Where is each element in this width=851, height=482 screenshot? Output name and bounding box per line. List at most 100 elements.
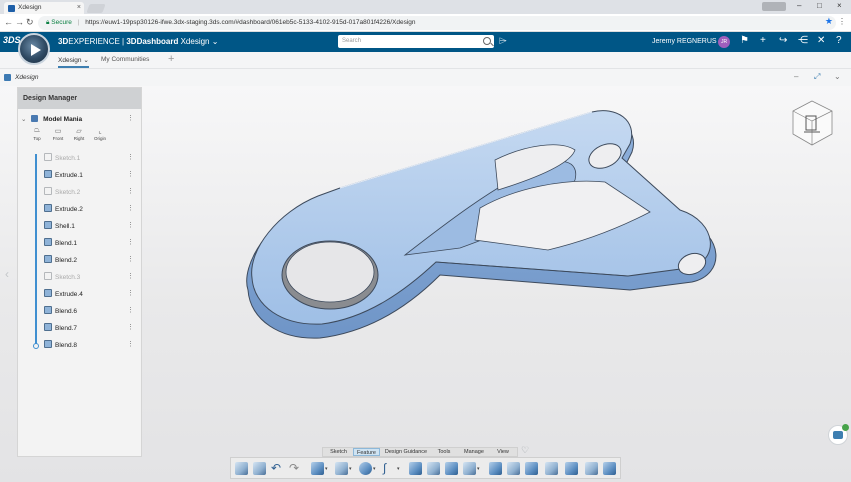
tree-item-blend-6[interactable]: Blend.6: [44, 306, 77, 316]
extrude-dropdown-icon[interactable]: ▾: [325, 466, 328, 472]
widget-expand-button[interactable]: ⤢: [814, 72, 820, 82]
browser-menu-icon[interactable]: ⋮: [838, 17, 846, 26]
item-menu-icon[interactable]: ⋮: [127, 340, 134, 348]
tab-view[interactable]: View: [493, 448, 513, 456]
network-icon[interactable]: ⋲: [798, 35, 808, 46]
panel-collapse-arrow-icon[interactable]: ‹: [5, 267, 9, 281]
cut-tool-icon[interactable]: [335, 462, 348, 475]
search-input[interactable]: Search: [338, 35, 494, 48]
tab-my-communities[interactable]: My Communities: [101, 56, 149, 63]
tree-item-extrude-1[interactable]: Extrude.1: [44, 170, 83, 180]
plane-right[interactable]: ▱ Right: [70, 127, 88, 141]
back-arrow-icon[interactable]: ←: [4, 17, 13, 27]
favorite-heart-icon[interactable]: ♡: [521, 445, 529, 456]
save-as-icon[interactable]: [253, 462, 266, 475]
widget-minimize-button[interactable]: –: [794, 72, 798, 81]
tree-item-sketch-2[interactable]: Sketch.2: [44, 187, 80, 197]
view-cube-icon[interactable]: [790, 98, 835, 148]
tree-item-sketch-3[interactable]: Sketch.3: [44, 272, 80, 282]
bookmark-star-icon[interactable]: ★: [825, 16, 833, 27]
widget-menu-button[interactable]: ⌄: [834, 72, 841, 81]
url-field[interactable]: 🔒︎ Secure | https://euw1-19psp30126-ifwe…: [38, 16, 836, 30]
reload-icon[interactable]: ↻: [26, 17, 34, 28]
forward-arrow-icon[interactable]: →: [15, 17, 24, 27]
boolean-tool-icon[interactable]: [489, 462, 502, 475]
app-chevron-icon[interactable]: ⌄: [212, 37, 219, 46]
item-menu-icon[interactable]: ⋮: [127, 272, 134, 280]
tag-icon[interactable]: ⌲: [499, 36, 507, 47]
item-menu-icon[interactable]: ⋮: [127, 170, 134, 178]
item-menu-icon[interactable]: ⋮: [127, 289, 134, 297]
tree-root[interactable]: ⌄ Model Mania: [21, 115, 82, 123]
tab-tools[interactable]: Tools: [433, 448, 455, 456]
chamfer-tool-icon[interactable]: [427, 462, 440, 475]
fillet-tool-icon[interactable]: [409, 462, 422, 475]
tree-item-shell-1[interactable]: Shell.1: [44, 221, 75, 231]
move-tool-icon[interactable]: [585, 462, 598, 475]
share-icon[interactable]: ↪: [779, 35, 787, 46]
plane-origin[interactable]: ⌞ Origin: [91, 127, 109, 141]
plane-top[interactable]: ⏢ Top: [28, 127, 46, 141]
user-name[interactable]: Jeremy REGNERUS: [652, 38, 717, 45]
redo-icon[interactable]: ↷: [289, 462, 302, 475]
pattern-tool-icon[interactable]: [463, 462, 476, 475]
tree-item-extrude-4[interactable]: Extrude.4: [44, 289, 83, 299]
browser-tab[interactable]: Xdesign ×: [4, 2, 84, 14]
tab-feature[interactable]: Feature: [353, 448, 380, 456]
add-icon[interactable]: +: [760, 35, 766, 46]
item-menu-icon[interactable]: ⋮: [127, 238, 134, 246]
extrude-tool-icon[interactable]: [311, 462, 324, 475]
item-menu-icon[interactable]: ⋮: [127, 153, 134, 161]
window-close-button[interactable]: ×: [837, 1, 842, 10]
tree-item-blend-8[interactable]: Blend.8: [44, 340, 77, 350]
root-menu-icon[interactable]: ⋮: [127, 114, 134, 122]
undo-icon[interactable]: ↶: [271, 462, 284, 475]
plane-front[interactable]: ▭ Front: [49, 127, 67, 141]
pattern-dropdown-icon[interactable]: ▾: [477, 466, 480, 472]
item-menu-icon[interactable]: ⋮: [127, 255, 134, 263]
tree-item-blend-2[interactable]: Blend.2: [44, 255, 77, 265]
sweep-dropdown-icon[interactable]: ▾: [397, 466, 400, 472]
item-menu-icon[interactable]: ⋮: [127, 323, 134, 331]
tab-manage[interactable]: Manage: [460, 448, 488, 456]
chat-icon[interactable]: [828, 424, 849, 445]
shell-tool-icon[interactable]: [445, 462, 458, 475]
browser-profile-chip[interactable]: [762, 2, 786, 11]
3d-part-model[interactable]: [230, 100, 730, 350]
flag-icon[interactable]: ⚑: [740, 35, 749, 46]
item-menu-icon[interactable]: ⋮: [127, 187, 134, 195]
compass-icon[interactable]: [18, 33, 50, 65]
tree-item-blend-7[interactable]: Blend.7: [44, 323, 77, 333]
help-icon[interactable]: ?: [836, 35, 842, 46]
compass-tools-icon[interactable]: ✕: [817, 35, 825, 46]
tree-expand-icon[interactable]: ⌄: [21, 116, 26, 123]
rollback-marker[interactable]: [32, 343, 39, 349]
tree-item-extrude-2[interactable]: Extrude.2: [44, 204, 83, 214]
split-tool-icon[interactable]: [507, 462, 520, 475]
cut-dropdown-icon[interactable]: ▾: [349, 466, 352, 472]
add-tab-button[interactable]: +: [168, 53, 174, 65]
save-icon[interactable]: [235, 462, 248, 475]
new-tab-button[interactable]: [86, 4, 106, 13]
draft-tool-icon[interactable]: [525, 462, 538, 475]
item-menu-icon[interactable]: ⋮: [127, 204, 134, 212]
tab-close-icon[interactable]: ×: [77, 2, 81, 14]
tree-item-blend-1[interactable]: Blend.1: [44, 238, 77, 248]
window-maximize-button[interactable]: □: [817, 1, 822, 10]
tab-xdesign[interactable]: Xdesign ⌄: [58, 56, 89, 68]
measure-tool-icon[interactable]: [603, 462, 616, 475]
revolve-tool-icon[interactable]: [359, 462, 372, 475]
window-minimize-button[interactable]: –: [797, 1, 801, 10]
tab-design-guidance[interactable]: Design Guidance: [382, 448, 430, 456]
revolve-dropdown-icon[interactable]: ▾: [373, 466, 376, 472]
item-menu-icon[interactable]: ⋮: [127, 221, 134, 229]
tab-sketch[interactable]: Sketch: [326, 448, 351, 456]
tree-item-sketch-1[interactable]: Sketch.1: [44, 153, 80, 163]
sweep-tool-icon[interactable]: ∫: [383, 462, 396, 475]
app-title[interactable]: 3DEXPERIENCE | 3DDashboard Xdesign ⌄: [58, 37, 218, 46]
mirror-tool-icon[interactable]: [565, 462, 578, 475]
item-menu-icon[interactable]: ⋮: [127, 306, 134, 314]
search-icon[interactable]: [483, 37, 491, 45]
plane-tool-icon[interactable]: [545, 462, 558, 475]
avatar[interactable]: JR: [718, 36, 730, 48]
